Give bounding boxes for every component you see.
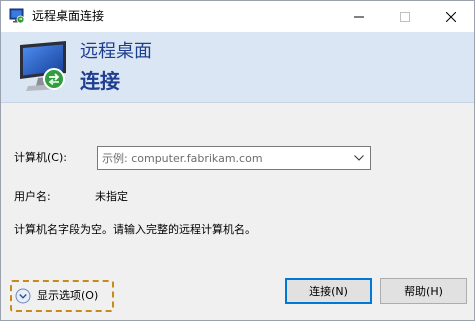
title-bar[interactable]: 远程桌面连接 <box>1 1 474 32</box>
remote-desktop-icon <box>9 8 25 24</box>
help-button[interactable]: 帮助(H) <box>380 278 467 304</box>
remote-desktop-window: 远程桌面连接 远程桌面 连接 计算机(C): 示例: computer.fabr… <box>0 0 475 321</box>
close-icon <box>446 11 456 22</box>
close-button[interactable] <box>428 1 474 32</box>
username-value: 未指定 <box>95 190 128 203</box>
computer-input[interactable] <box>100 149 352 167</box>
computer-dropdown-button[interactable] <box>350 149 368 167</box>
username-label: 用户名: <box>14 190 51 203</box>
maximize-icon <box>400 11 410 22</box>
minimize-icon <box>354 16 364 17</box>
chevron-down-icon <box>354 155 364 161</box>
banner-title-line2: 连接 <box>80 69 120 93</box>
computer-combobox[interactable] <box>97 146 371 170</box>
expand-circle-icon <box>15 288 31 304</box>
show-options-label: 显示选项(O) <box>37 289 99 302</box>
remote-desktop-monitor-icon <box>20 41 66 91</box>
maximize-button[interactable] <box>382 1 428 32</box>
banner-title-line1: 远程桌面 <box>80 41 152 62</box>
minimize-button[interactable] <box>336 1 382 32</box>
show-options-button[interactable]: 显示选项(O) <box>15 287 98 305</box>
computer-label: 计算机(C): <box>14 151 67 164</box>
connect-button[interactable]: 连接(N) <box>285 278 372 304</box>
window-title: 远程桌面连接 <box>32 9 105 23</box>
status-message: 计算机名字段为空。请输入完整的远程计算机名。 <box>14 223 256 236</box>
header-banner: 远程桌面 连接 <box>1 32 474 103</box>
